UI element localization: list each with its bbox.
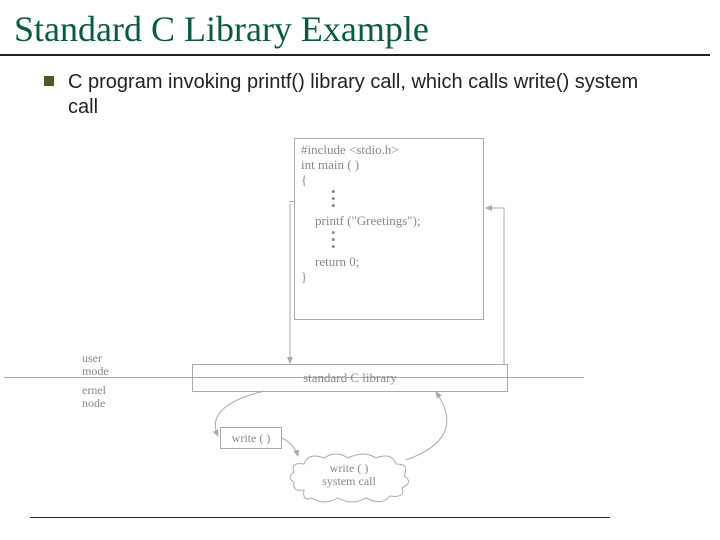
diagram: #include <stdio.h> int main ( ) { ••• pr… <box>84 138 584 518</box>
bullet-square-icon <box>44 76 54 86</box>
arrows <box>84 138 584 518</box>
bullet-row: C program invoking printf() library call… <box>44 70 720 120</box>
footer-line <box>30 517 610 518</box>
slide-title: Standard C Library Example <box>0 0 710 56</box>
bullet-text: C program invoking printf() library call… <box>68 70 668 120</box>
